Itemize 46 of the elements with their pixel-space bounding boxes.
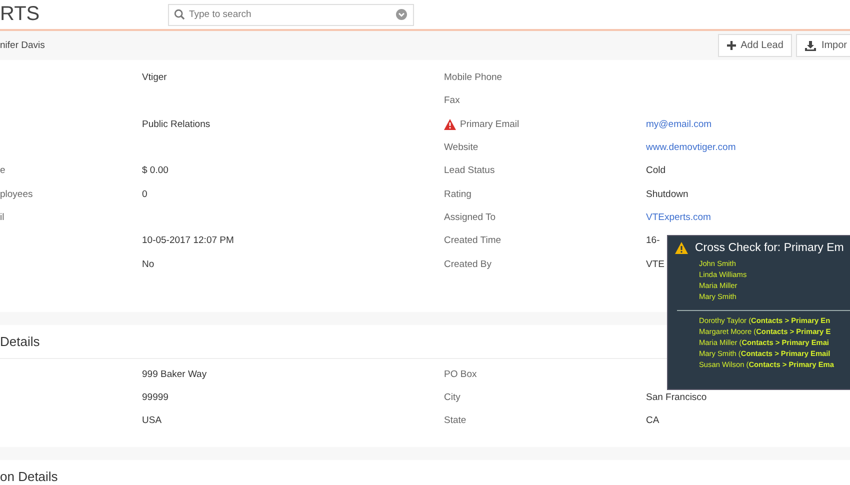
field-label: ployees xyxy=(0,188,33,200)
search-icon xyxy=(174,9,185,20)
field-value: Public Relations xyxy=(142,118,210,130)
field-value: 99999 xyxy=(142,392,168,404)
search-field[interactable]: Type to search xyxy=(168,4,414,26)
field-link[interactable]: VTExperts.com xyxy=(646,212,711,223)
field-label: Created Time xyxy=(444,235,502,246)
field-label: City xyxy=(444,392,460,404)
field-value: $ 0.00 xyxy=(142,165,168,176)
field-label: Mobile Phone xyxy=(444,72,502,84)
field-label: Website xyxy=(444,142,478,154)
field-value: Cold xyxy=(646,165,666,176)
field-label: il xyxy=(0,212,4,223)
field-label: Assigned To xyxy=(444,212,496,223)
section-title: on Details xyxy=(0,468,58,484)
field-link[interactable]: www.demovtiger.com xyxy=(646,142,736,154)
field-value: Vtiger xyxy=(142,72,167,84)
field-label: Lead Status xyxy=(444,165,495,176)
field-value: Shutdown xyxy=(646,188,688,200)
field-value: No xyxy=(142,258,154,270)
field-value: USA xyxy=(142,415,162,426)
field-label: Primary Email xyxy=(460,118,520,130)
field-value: VTE xyxy=(646,258,664,270)
field-value: CA xyxy=(646,415,660,426)
popup-title: Cross Check for: Primary Em xyxy=(695,242,844,254)
field-label: State xyxy=(444,415,466,426)
field-link[interactable]: my@email.com xyxy=(646,118,712,130)
add-lead-button[interactable]: Add Lead xyxy=(718,34,792,57)
breadcrumb[interactable]: nifer Davis xyxy=(0,40,45,51)
field-value: San Francisco xyxy=(646,392,707,404)
download-icon xyxy=(805,40,816,50)
field-label: e xyxy=(0,165,6,176)
field-value: 0 xyxy=(142,188,148,200)
plus-icon xyxy=(726,41,736,50)
section-title: Details xyxy=(0,334,40,349)
field-label: Fax xyxy=(444,95,460,106)
dropdown-icon[interactable] xyxy=(396,9,407,20)
warning-icon xyxy=(675,242,688,254)
field-label: PO Box xyxy=(444,368,477,380)
import-button[interactable]: Impor xyxy=(796,34,850,57)
field-value: 16- xyxy=(646,235,660,246)
app-logo[interactable]: RTS xyxy=(0,3,168,26)
field-value: 10-05-2017 12:07 PM xyxy=(142,235,234,246)
field-label: Rating xyxy=(444,188,472,200)
field-label: Created By xyxy=(444,258,492,270)
field-value: 999 Baker Way xyxy=(142,368,207,380)
